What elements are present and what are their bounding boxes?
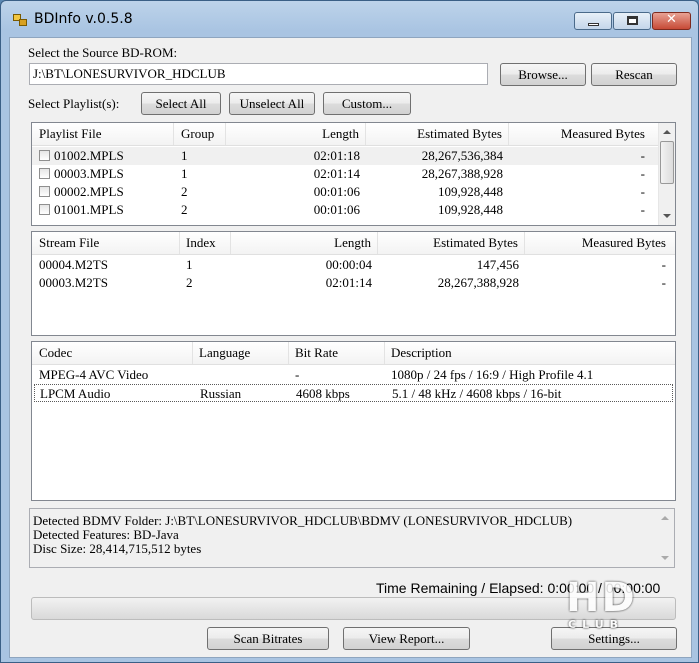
info-text-area[interactable]: Detected BDMV Folder: J:\BT\LONESURVIVOR… [29, 508, 675, 568]
stream-list[interactable]: Stream File Index Length Estimated Bytes… [31, 231, 676, 336]
playlist-checkbox[interactable] [39, 204, 50, 215]
codec-name: LPCM Audio [40, 386, 111, 401]
codec-bitrate: 4608 kbps [296, 386, 350, 401]
playlist-group: 1 [181, 166, 188, 181]
col-measured-bytes[interactable]: Measured Bytes [509, 123, 651, 145]
codec-list[interactable]: Codec Language Bit Rate Description MPEG… [31, 341, 676, 501]
col-stream-estimated[interactable]: Estimated Bytes [378, 232, 525, 254]
stream-index: 1 [186, 257, 193, 272]
playlist-measured: - [640, 148, 645, 163]
stream-measured: - [661, 275, 666, 290]
playlist-group: 1 [181, 148, 188, 163]
col-estimated-bytes[interactable]: Estimated Bytes [366, 123, 509, 145]
select-all-button[interactable]: Select All [141, 92, 221, 115]
col-description[interactable]: Description [385, 342, 673, 364]
custom-button[interactable]: Custom... [323, 92, 411, 115]
playlist-checkbox[interactable] [39, 150, 50, 161]
playlist-length: 00:01:06 [313, 202, 360, 217]
col-index[interactable]: Index [180, 232, 231, 254]
col-playlist-file[interactable]: Playlist File [32, 123, 174, 145]
codec-header: Codec Language Bit Rate Description [32, 342, 675, 365]
playlist-file: 01002.MPLS [54, 148, 124, 163]
unselect-all-button[interactable]: Unselect All [229, 92, 315, 115]
stream-measured: - [661, 257, 666, 272]
codec-name: MPEG-4 AVC Video [39, 367, 149, 382]
playlist-row[interactable]: 00003.MPLS 1 02:01:14 28,267,388,928 - [32, 165, 659, 183]
source-path-input[interactable]: J:\BT\LONESURVIVOR_HDCLUB [29, 63, 488, 85]
scroll-thumb[interactable] [660, 141, 674, 184]
scan-bitrates-button[interactable]: Scan Bitrates [207, 627, 329, 650]
playlist-estimated: 109,928,448 [438, 184, 503, 199]
maximize-icon[interactable] [613, 12, 651, 30]
col-stream-measured[interactable]: Measured Bytes [525, 232, 672, 254]
main-panel: Select the Source BD-ROM: J:\BT\LONESURV… [9, 37, 692, 658]
stream-row[interactable]: 00003.M2TS 2 02:01:14 28,267,388,928 - [32, 274, 675, 292]
stream-length: 02:01:14 [325, 275, 372, 290]
hdclub-watermark: HD CLUB [566, 578, 637, 631]
title-bar[interactable]: BDInfo v.0.5.8 ✕ [1, 1, 698, 37]
codec-bitrate: - [295, 367, 300, 382]
playlist-row[interactable]: 01001.MPLS 2 00:01:06 109,928,448 - [32, 201, 659, 219]
playlist-measured: - [640, 202, 645, 217]
stream-estimated: 147,456 [476, 257, 519, 272]
playlist-checkbox[interactable] [39, 186, 50, 197]
app-window: BDInfo v.0.5.8 ✕ Select the Source BD-RO… [0, 0, 699, 663]
stream-index: 2 [186, 275, 193, 290]
col-stream-file[interactable]: Stream File [32, 232, 180, 254]
codec-row[interactable]: LPCM Audio Russian 4608 kbps 5.1 / 48 kHz /… [34, 384, 673, 402]
col-group[interactable]: Group [174, 123, 226, 145]
scroll-down-icon[interactable] [661, 556, 669, 560]
codec-description: 5.1 / 48 kHz / 4608 kbps / 16-bit [392, 386, 562, 401]
info-line: Disc Size: 28,414,715,512 bytes [33, 541, 202, 556]
close-icon[interactable]: ✕ [652, 12, 691, 30]
select-playlists-label: Select Playlist(s): [28, 96, 120, 111]
app-icon [13, 14, 27, 26]
playlist-measured: - [640, 166, 645, 181]
codec-language: Russian [200, 386, 242, 401]
playlist-scrollbar[interactable] [658, 123, 675, 225]
playlist-header: Playlist File Group Length Estimated Byt… [32, 123, 675, 146]
playlist-row[interactable]: 01002.MPLS 1 02:01:18 28,267,536,384 - [32, 147, 659, 165]
playlist-file: 01001.MPLS [54, 202, 124, 217]
scroll-up-icon[interactable] [661, 516, 669, 520]
col-length[interactable]: Length [226, 123, 366, 145]
time-label-text: Time Remaining / Elapsed: [376, 580, 544, 596]
col-bit-rate[interactable]: Bit Rate [289, 342, 385, 364]
stream-estimated: 28,267,388,928 [437, 275, 519, 290]
stream-file: 00003.M2TS [39, 275, 108, 290]
playlist-group: 2 [181, 202, 188, 217]
playlist-checkbox[interactable] [39, 168, 50, 179]
playlist-file: 00003.MPLS [54, 166, 124, 181]
playlist-length: 02:01:18 [313, 148, 360, 163]
playlist-list[interactable]: Playlist File Group Length Estimated Byt… [31, 122, 676, 226]
playlist-group: 2 [181, 184, 188, 199]
stream-file: 00004.M2TS [39, 257, 108, 272]
info-scrollbar[interactable] [657, 509, 674, 567]
window-title: BDInfo v.0.5.8 [34, 11, 133, 27]
stream-length: 00:00:04 [325, 257, 372, 272]
watermark-logo: HD [566, 575, 637, 621]
rescan-button[interactable]: Rescan [591, 63, 677, 86]
scroll-down-icon[interactable] [663, 214, 671, 218]
source-label: Select the Source BD-ROM: [28, 45, 178, 60]
browse-button[interactable]: Browse... [500, 63, 586, 86]
playlist-file: 00002.MPLS [54, 184, 124, 199]
playlist-estimated: 28,267,388,928 [421, 166, 503, 181]
view-report-button[interactable]: View Report... [343, 627, 470, 650]
scroll-up-icon[interactable] [663, 130, 671, 134]
stream-row[interactable]: 00004.M2TS 1 00:00:04 147,456 - [32, 256, 675, 274]
col-stream-length[interactable]: Length [231, 232, 378, 254]
codec-row[interactable]: MPEG-4 AVC Video - 1080p / 24 fps / 16:9 /… [34, 366, 673, 384]
playlist-estimated: 109,928,448 [438, 202, 503, 217]
playlist-estimated: 28,267,536,384 [421, 148, 503, 163]
playlist-length: 00:01:06 [313, 184, 360, 199]
playlist-measured: - [640, 184, 645, 199]
minimize-icon[interactable] [574, 12, 612, 30]
col-language[interactable]: Language [193, 342, 289, 364]
stream-header: Stream File Index Length Estimated Bytes… [32, 232, 675, 255]
playlist-row[interactable]: 00002.MPLS 2 00:01:06 109,928,448 - [32, 183, 659, 201]
codec-description: 1080p / 24 fps / 16:9 / High Profile 4.1 [391, 367, 594, 382]
playlist-length: 02:01:14 [313, 166, 360, 181]
col-codec[interactable]: Codec [32, 342, 193, 364]
